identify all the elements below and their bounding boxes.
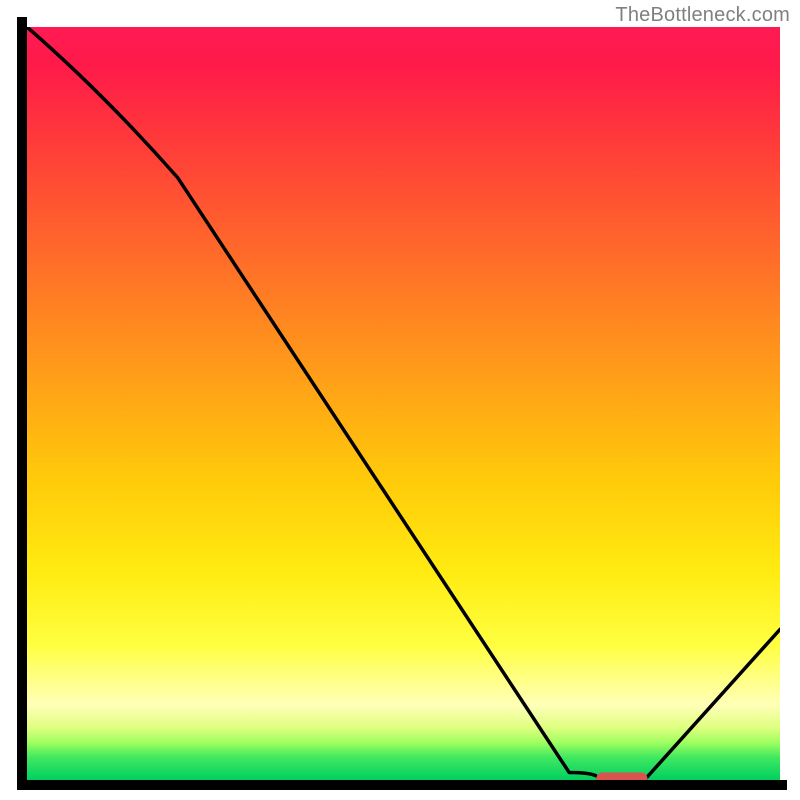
y-axis bbox=[17, 17, 27, 787]
plot-gradient-background bbox=[27, 27, 780, 780]
bottleneck-chart: TheBottleneck.com bbox=[0, 0, 800, 800]
watermark-text: TheBottleneck.com bbox=[615, 4, 790, 27]
x-axis bbox=[17, 780, 787, 790]
